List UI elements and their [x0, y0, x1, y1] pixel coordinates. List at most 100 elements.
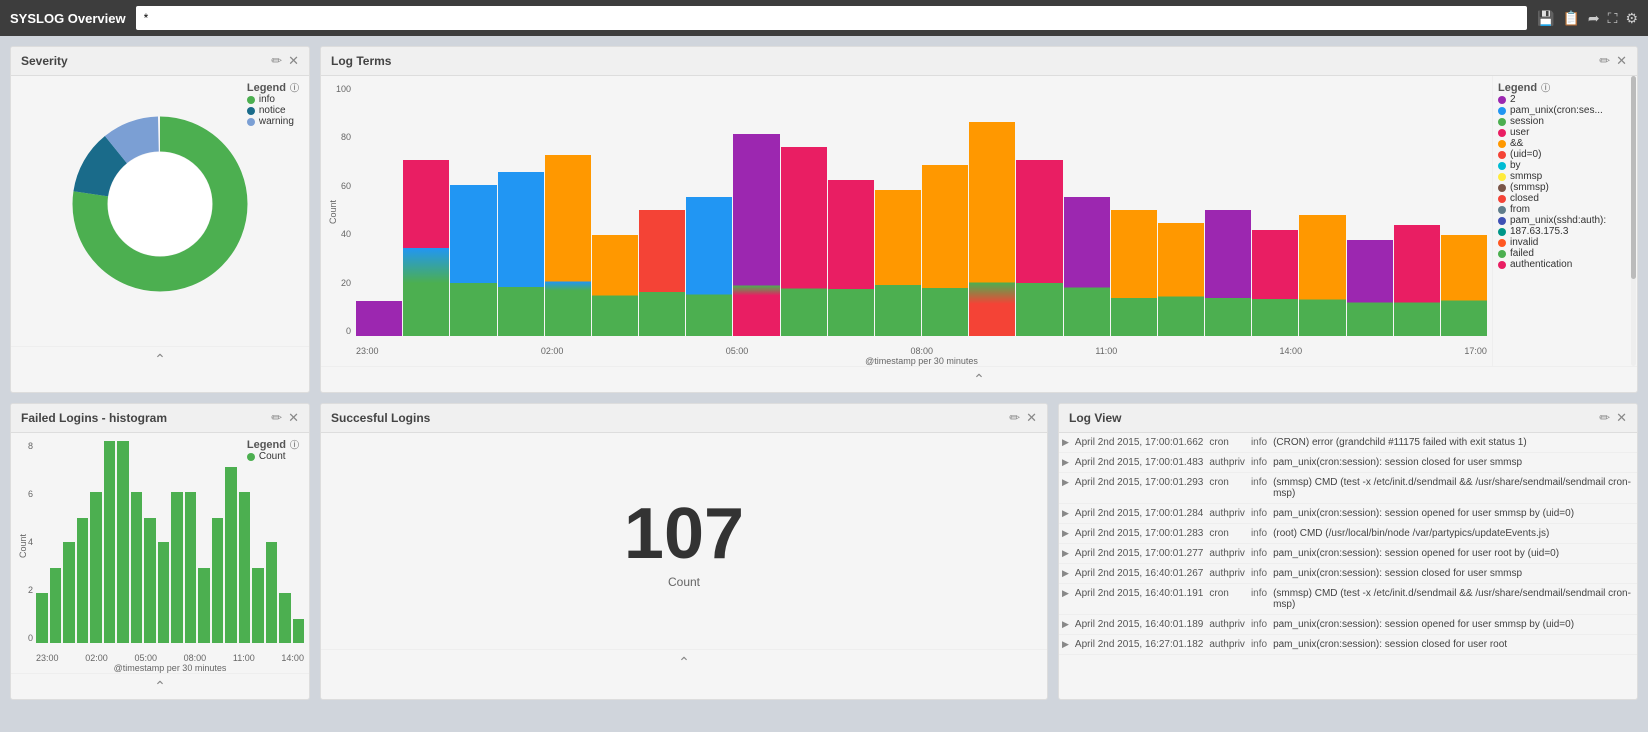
save-icon[interactable]: 💾 — [1537, 10, 1554, 27]
row-message: pam_unix(cron:session): session closed f… — [1270, 564, 1637, 584]
row-source: authpriv — [1206, 615, 1248, 635]
legend-from: from — [1498, 204, 1632, 215]
legend-smmsp: smmsp — [1498, 171, 1632, 182]
app-title: SYSLOG Overview — [10, 11, 126, 26]
log-terms-legend: Legend ⓘ 2 pam_unix(cron:ses... session … — [1492, 76, 1637, 366]
table-row[interactable]: ▶ April 2nd 2015, 17:00:01.283 cron info… — [1059, 524, 1637, 544]
collapse-icon[interactable]: ⌃ — [973, 371, 985, 387]
bar-group — [1205, 210, 1251, 336]
export-icon[interactable]: ➦ — [1588, 10, 1600, 27]
legend-closed: closed — [1498, 193, 1632, 204]
fl-bar — [266, 542, 278, 643]
bar-group — [1064, 197, 1110, 336]
row-level: info — [1248, 473, 1270, 504]
bar-group — [733, 134, 779, 336]
table-row[interactable]: ▶ April 2nd 2015, 16:40:01.189 authpriv … — [1059, 615, 1637, 635]
collapse-icon[interactable]: ⌃ — [154, 678, 166, 694]
notice-label: notice — [259, 105, 286, 116]
fl-bar — [63, 542, 75, 643]
bar-group — [356, 301, 402, 336]
row-arrow: ▶ — [1059, 433, 1072, 453]
severity-header: Severity ✏ ✕ — [11, 47, 309, 76]
log-view-panel: Log View ✏ ✕ ▶ April 2nd 2015, 17:00:01.… — [1058, 403, 1638, 700]
row-level: info — [1248, 635, 1270, 655]
legend-ampamp: && — [1498, 138, 1632, 149]
edit-icon[interactable]: ✏ — [271, 53, 282, 69]
row-source: authpriv — [1206, 453, 1248, 473]
successful-logins-footer[interactable]: ⌃ — [321, 649, 1047, 675]
settings-icon[interactable]: ⚙ — [1625, 10, 1638, 27]
legend-session: session — [1498, 116, 1632, 127]
fl-bar — [144, 518, 156, 643]
severity-footer[interactable]: ⌃ — [11, 346, 309, 372]
bar-group — [498, 172, 544, 336]
fullscreen-icon[interactable]: ⛶ — [1608, 10, 1618, 27]
bar-group — [1347, 240, 1393, 336]
table-row[interactable]: ▶ April 2nd 2015, 17:00:01.277 authpriv … — [1059, 544, 1637, 564]
row-date: April 2nd 2015, 16:40:01.189 — [1072, 615, 1206, 635]
legend-pam-unix-sshd: pam_unix(sshd:auth): — [1498, 215, 1632, 226]
close-icon[interactable]: ✕ — [1616, 53, 1627, 69]
edit-icon[interactable]: ✏ — [271, 410, 282, 426]
bar-group — [875, 190, 921, 336]
legend-ip: 187.63.175.3 — [1498, 226, 1632, 237]
table-row[interactable]: ▶ April 2nd 2015, 16:40:01.191 cron info… — [1059, 584, 1637, 615]
row-message: pam_unix(cron:session): session opened f… — [1270, 615, 1637, 635]
table-row[interactable]: ▶ April 2nd 2015, 16:27:01.182 authpriv … — [1059, 635, 1637, 655]
severity-body: Legend ⓘ info notice warning — [11, 76, 309, 346]
row-level: info — [1248, 584, 1270, 615]
failed-logins-title: Failed Logins - histogram — [21, 411, 167, 425]
collapse-icon[interactable]: ⌃ — [154, 351, 166, 367]
edit-icon[interactable]: ✏ — [1009, 410, 1020, 426]
row-level: info — [1248, 615, 1270, 635]
info-label: info — [259, 94, 275, 105]
row-level: info — [1248, 524, 1270, 544]
severity-legend: Legend ⓘ info notice warning — [247, 81, 299, 127]
fl-x-axis: 23:00 02:00 05:00 08:00 11:00 14:00 — [36, 653, 304, 663]
row-date: April 2nd 2015, 16:40:01.267 — [1072, 564, 1206, 584]
bar-chart-plot — [356, 84, 1487, 336]
close-icon[interactable]: ✕ — [288, 410, 299, 426]
count-value: 107 — [624, 493, 744, 575]
successful-logins-title: Succesful Logins — [331, 411, 430, 425]
log-terms-footer[interactable]: ⌃ — [321, 366, 1637, 392]
count-label: Count — [668, 575, 700, 589]
share-icon[interactable]: 📋 — [1562, 10, 1579, 27]
table-row[interactable]: ▶ April 2nd 2015, 17:00:01.483 authpriv … — [1059, 453, 1637, 473]
legend-by: by — [1498, 160, 1632, 171]
log-terms-chart-area: 100 80 60 40 20 0 Count — [321, 76, 1492, 366]
successful-logins-panel: Succesful Logins ✏ ✕ 107 Count ⌃ — [320, 403, 1048, 700]
legend-smmsp-dot — [1498, 173, 1506, 181]
fl-bar — [104, 441, 116, 643]
severity-actions: ✏ ✕ — [271, 53, 299, 69]
log-view-actions: ✏ ✕ — [1599, 410, 1627, 426]
bar-group — [1016, 160, 1062, 336]
topbar: SYSLOG Overview 💾 📋 ➦ ⛶ ⚙ — [0, 0, 1648, 36]
table-row[interactable]: ▶ April 2nd 2015, 17:00:01.662 cron info… — [1059, 433, 1637, 453]
fl-bar — [185, 492, 197, 644]
row-message: pam_unix(cron:session): session opened f… — [1270, 504, 1637, 524]
bar-group — [781, 147, 827, 336]
log-terms-actions: ✏ ✕ — [1599, 53, 1627, 69]
legend-failed-dot — [1498, 250, 1506, 258]
table-row[interactable]: ▶ April 2nd 2015, 16:40:01.267 authpriv … — [1059, 564, 1637, 584]
legend-2-dot — [1498, 96, 1506, 104]
close-icon[interactable]: ✕ — [288, 53, 299, 69]
legend-by-dot — [1498, 162, 1506, 170]
row-level: info — [1248, 544, 1270, 564]
close-icon[interactable]: ✕ — [1026, 410, 1037, 426]
edit-icon[interactable]: ✏ — [1599, 410, 1610, 426]
table-row[interactable]: ▶ April 2nd 2015, 17:00:01.293 cron info… — [1059, 473, 1637, 504]
collapse-icon[interactable]: ⌃ — [678, 654, 690, 670]
fl-bar — [117, 441, 129, 643]
edit-icon[interactable]: ✏ — [1599, 53, 1610, 69]
bar-group — [1394, 225, 1440, 336]
table-row[interactable]: ▶ April 2nd 2015, 17:00:01.284 authpriv … — [1059, 504, 1637, 524]
failed-logins-footer[interactable]: ⌃ — [11, 673, 309, 699]
log-table: ▶ April 2nd 2015, 17:00:01.662 cron info… — [1059, 433, 1637, 655]
severity-panel: Severity ✏ ✕ Legend ⓘ info notice — [10, 46, 310, 393]
search-input[interactable] — [136, 6, 1527, 30]
close-icon[interactable]: ✕ — [1616, 410, 1627, 426]
fl-bars — [36, 441, 304, 643]
bar-group — [1299, 215, 1345, 336]
